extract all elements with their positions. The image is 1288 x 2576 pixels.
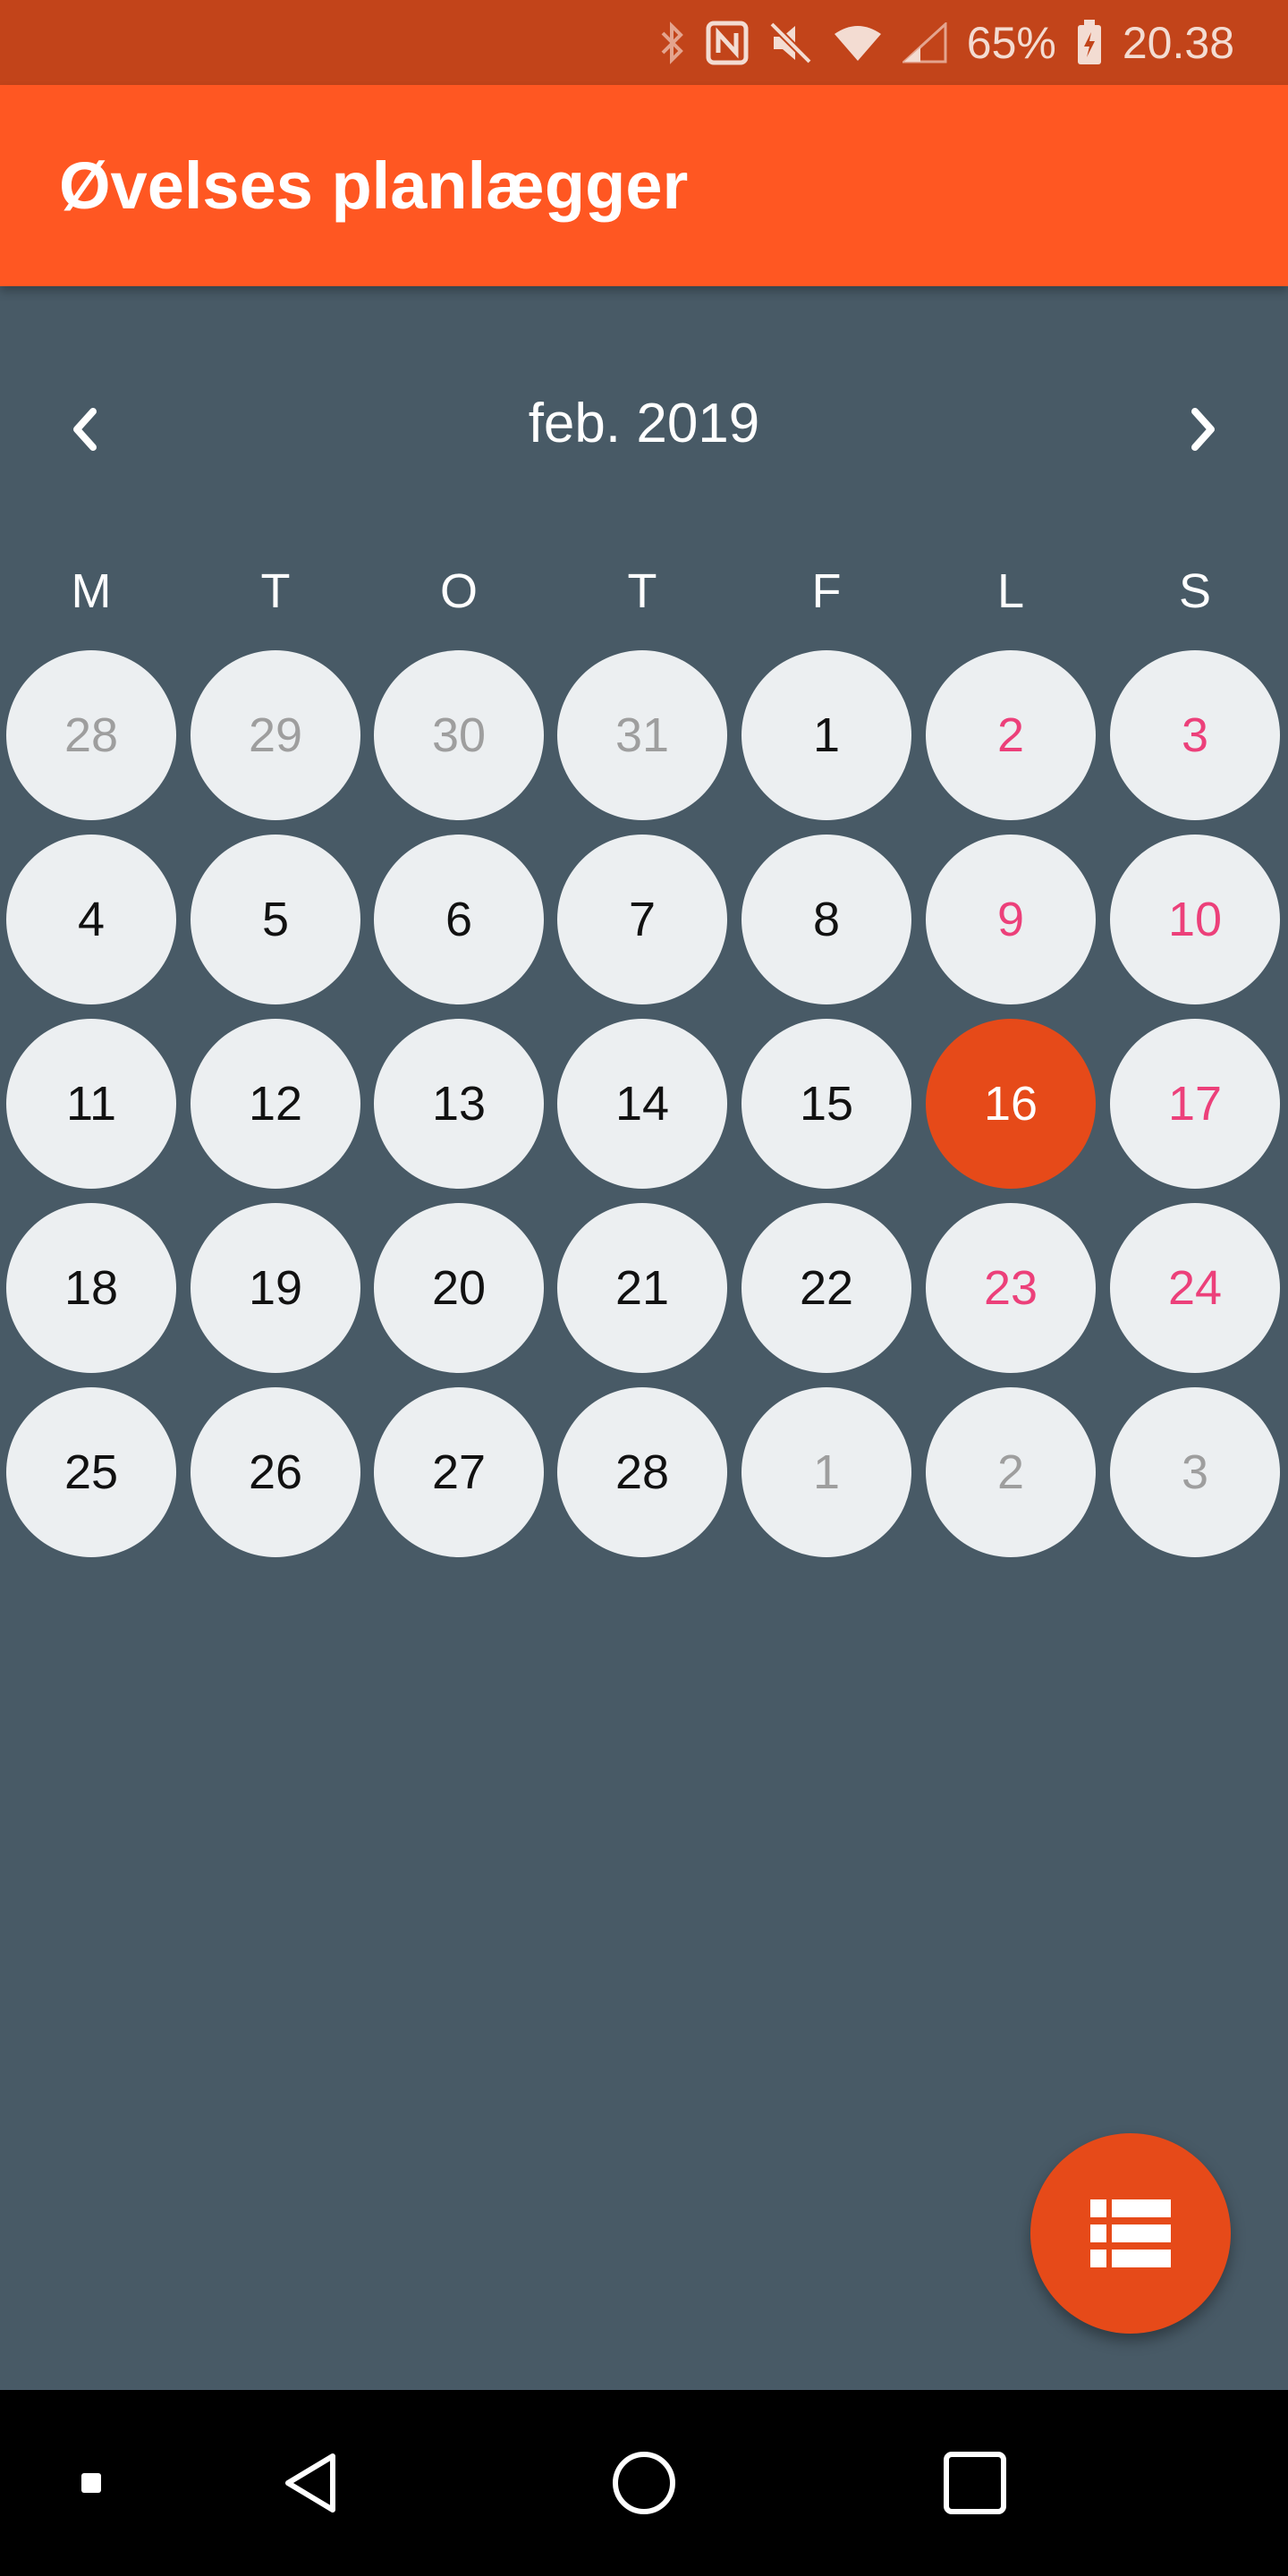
day-cell[interactable]: 31 <box>557 650 727 820</box>
recent-dot-button[interactable] <box>38 2429 145 2537</box>
day-cell[interactable]: 3 <box>1110 1387 1280 1557</box>
back-button[interactable] <box>259 2429 367 2537</box>
day-cell[interactable]: 19 <box>191 1203 360 1373</box>
day-cell[interactable]: 17 <box>1110 1019 1280 1189</box>
day-cell[interactable]: 22 <box>741 1203 911 1373</box>
day-cell[interactable]: 26 <box>191 1387 360 1557</box>
list-view-icon <box>1090 2199 1171 2267</box>
day-cell[interactable]: 29 <box>191 650 360 820</box>
recent-dot-icon <box>81 2473 101 2493</box>
day-cell[interactable]: 1 <box>741 1387 911 1557</box>
day-cell[interactable]: 18 <box>6 1203 176 1373</box>
day-cell[interactable]: 13 <box>374 1019 544 1189</box>
day-cell[interactable]: 2 <box>926 650 1096 820</box>
day-cell[interactable]: 21 <box>557 1203 727 1373</box>
day-cell[interactable]: 1 <box>741 650 911 820</box>
day-cell[interactable]: 10 <box>1110 835 1280 1004</box>
day-cell[interactable]: 2 <box>926 1387 1096 1557</box>
day-cell[interactable]: 12 <box>191 1019 360 1189</box>
day-cell[interactable]: 24 <box>1110 1203 1280 1373</box>
day-cell[interactable]: 15 <box>741 1019 911 1189</box>
day-cell[interactable]: 28 <box>557 1387 727 1557</box>
overview-icon <box>944 2452 1006 2514</box>
day-cell[interactable]: 25 <box>6 1387 176 1557</box>
back-icon <box>285 2453 335 2512</box>
calendar-grid: 28 29 30 31 1 2 3 4 5 6 7 8 9 10 11 12 13 14 15 16 17 18 19 20 2… <box>0 0 1288 1610</box>
overview-button[interactable] <box>921 2429 1029 2537</box>
day-cell[interactable]: 23 <box>926 1203 1096 1373</box>
day-cell[interactable]: 4 <box>6 835 176 1004</box>
day-cell[interactable]: 27 <box>374 1387 544 1557</box>
day-cell[interactable]: 11 <box>6 1019 176 1189</box>
day-cell[interactable]: 3 <box>1110 650 1280 820</box>
day-cell[interactable]: 6 <box>374 835 544 1004</box>
list-view-button[interactable] <box>1030 2133 1231 2334</box>
system-navigation-bar <box>0 2390 1288 2576</box>
day-cell[interactable]: 28 <box>6 650 176 820</box>
day-cell-selected[interactable]: 16 <box>926 1019 1096 1189</box>
day-cell[interactable]: 20 <box>374 1203 544 1373</box>
day-cell[interactable]: 9 <box>926 835 1096 1004</box>
day-cell[interactable]: 14 <box>557 1019 727 1189</box>
day-cell[interactable]: 7 <box>557 835 727 1004</box>
day-cell[interactable]: 30 <box>374 650 544 820</box>
day-cell[interactable]: 5 <box>191 835 360 1004</box>
home-icon <box>613 2452 675 2514</box>
day-cell[interactable]: 8 <box>741 835 911 1004</box>
home-button[interactable] <box>590 2429 698 2537</box>
